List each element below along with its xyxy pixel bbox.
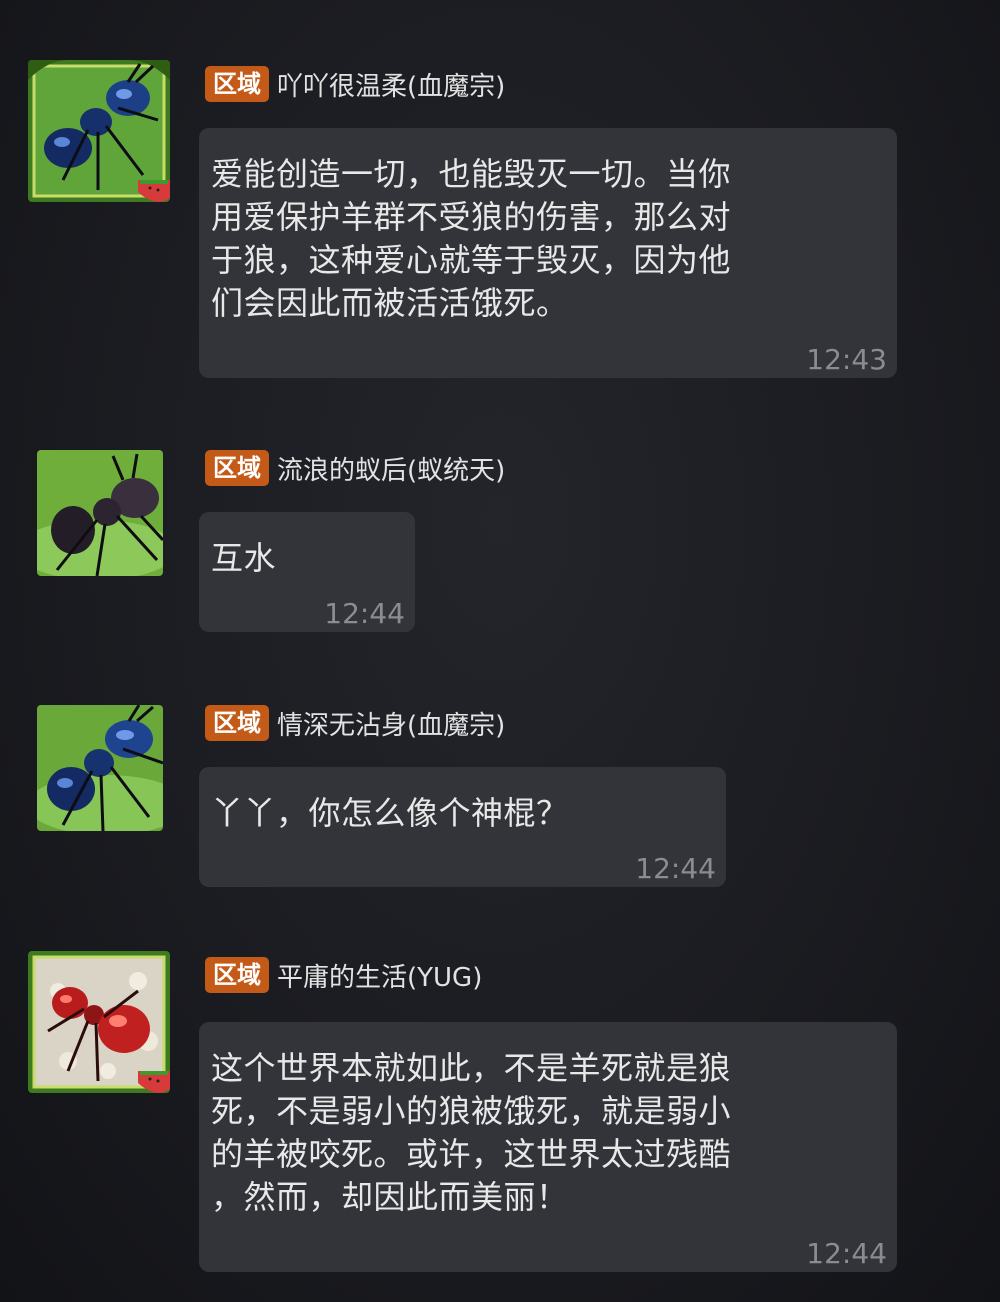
avatar[interactable]	[37, 705, 163, 831]
region-badge: 区域	[205, 705, 269, 741]
message-text: 丫丫，你怎么像个神棍？	[211, 794, 569, 832]
message-header: 区域 吖吖很温柔(血魔宗)	[205, 66, 505, 102]
message-header: 区域 流浪的蚁后(蚁统天)	[205, 450, 505, 486]
message-text: 爱能创造一切，也能毁灭一切。当你 用爱保护羊群不受狼的伤害，那么对 于狼，这种爱…	[211, 155, 732, 322]
sender-name[interactable]: 平庸的生活(YUG)	[277, 957, 482, 994]
sender-name[interactable]: 流浪的蚁后(蚁统天)	[277, 450, 505, 487]
region-badge: 区域	[205, 450, 269, 486]
message-bubble[interactable]: 互水 12:44	[199, 512, 415, 632]
avatar[interactable]	[28, 951, 170, 1093]
red-ant-avatar-icon	[28, 951, 170, 1093]
region-badge: 区域	[205, 957, 269, 993]
message-bubble[interactable]: 爱能创造一切，也能毁灭一切。当你 用爱保护羊群不受狼的伤害，那么对 于狼，这种爱…	[199, 128, 897, 378]
message-text: 这个世界本就如此，不是羊死就是狼 死，不是弱小的狼被饿死，就是弱小 的羊被咬死。…	[211, 1049, 732, 1216]
message-time: 12:44	[806, 1237, 887, 1270]
sender-name[interactable]: 情深无沾身(血魔宗)	[277, 705, 505, 742]
message-time: 12:44	[635, 852, 716, 885]
avatar[interactable]	[28, 60, 170, 202]
message-bubble[interactable]: 这个世界本就如此，不是羊死就是狼 死，不是弱小的狼被饿死，就是弱小 的羊被咬死。…	[199, 1022, 897, 1272]
dark-ant-avatar-icon	[37, 450, 163, 576]
blue-ant-avatar-icon	[28, 60, 170, 202]
message-text: 互水	[211, 539, 277, 577]
sender-name[interactable]: 吖吖很温柔(血魔宗)	[277, 66, 505, 103]
message-time: 12:44	[324, 597, 405, 630]
message-time: 12:43	[806, 343, 887, 376]
region-badge: 区域	[205, 66, 269, 102]
message-header: 区域 情深无沾身(血魔宗)	[205, 705, 505, 741]
blue-ant-avatar-icon	[37, 705, 163, 831]
avatar[interactable]	[37, 450, 163, 576]
message-header: 区域 平庸的生活(YUG)	[205, 957, 482, 993]
chat-message-list: 区域 吖吖很温柔(血魔宗) 爱能创造一切，也能毁灭一切。当你 用爱保护羊群不受狼…	[0, 0, 1000, 1302]
message-bubble[interactable]: 丫丫，你怎么像个神棍？ 12:44	[199, 767, 726, 887]
